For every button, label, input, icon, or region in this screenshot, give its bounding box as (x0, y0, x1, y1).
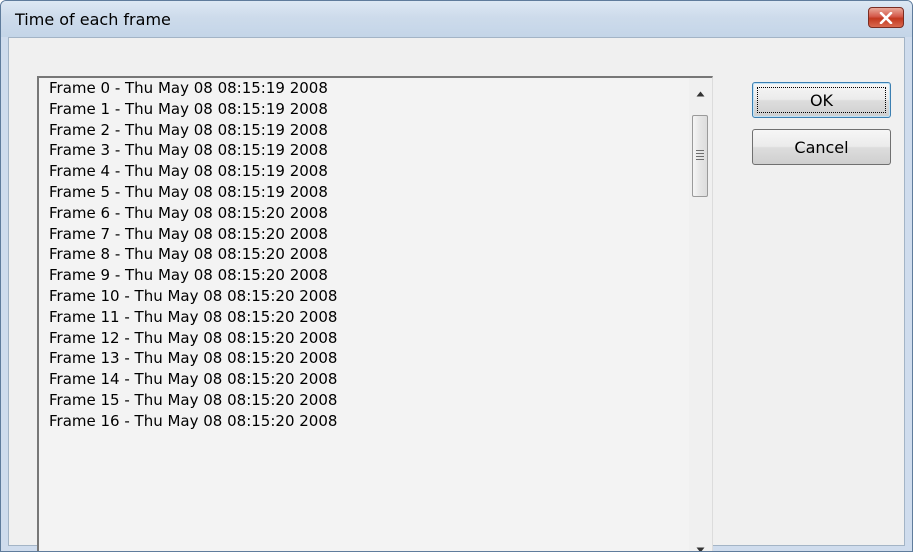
arrow-up-icon (696, 84, 705, 102)
cancel-button[interactable]: Cancel (752, 129, 891, 165)
grip-icon (696, 150, 704, 162)
list-item[interactable]: Frame 2 - Thu May 08 08:15:19 2008 (39, 120, 689, 141)
title-bar[interactable]: Time of each frame (1, 1, 912, 37)
list-item[interactable]: Frame 16 - Thu May 08 08:15:20 2008 (39, 411, 689, 432)
list-item[interactable]: Frame 11 - Thu May 08 08:15:20 2008 (39, 307, 689, 328)
list-item[interactable]: Frame 7 - Thu May 08 08:15:20 2008 (39, 224, 689, 245)
close-icon (879, 11, 893, 24)
scroll-down-button[interactable] (689, 538, 712, 551)
list-item[interactable]: Frame 9 - Thu May 08 08:15:20 2008 (39, 265, 689, 286)
list-item[interactable]: Frame 0 - Thu May 08 08:15:19 2008 (39, 78, 689, 99)
frame-time-listbox[interactable]: Frame 0 - Thu May 08 08:15:19 2008 Frame … (37, 76, 713, 551)
list-item[interactable]: Frame 3 - Thu May 08 08:15:19 2008 (39, 140, 689, 161)
list-item[interactable]: Frame 10 - Thu May 08 08:15:20 2008 (39, 286, 689, 307)
vertical-scrollbar[interactable] (689, 78, 712, 551)
list-item[interactable]: Frame 14 - Thu May 08 08:15:20 2008 (39, 369, 689, 390)
list-item[interactable]: Frame 5 - Thu May 08 08:15:19 2008 (39, 182, 689, 203)
focus-rectangle (757, 87, 886, 113)
frame-list: Frame 0 - Thu May 08 08:15:19 2008 Frame … (39, 78, 689, 551)
list-item[interactable]: Frame 13 - Thu May 08 08:15:20 2008 (39, 348, 689, 369)
list-item[interactable]: Frame 8 - Thu May 08 08:15:20 2008 (39, 244, 689, 265)
close-button[interactable] (868, 7, 904, 28)
dialog-client-area: Frame 0 - Thu May 08 08:15:19 2008 Frame … (8, 37, 905, 551)
list-item[interactable]: Frame 6 - Thu May 08 08:15:20 2008 (39, 203, 689, 224)
scroll-thumb[interactable] (692, 115, 708, 197)
window-title: Time of each frame (15, 10, 171, 29)
arrow-down-icon (696, 540, 705, 551)
ok-button[interactable]: OK (752, 82, 891, 118)
list-item[interactable]: Frame 4 - Thu May 08 08:15:19 2008 (39, 161, 689, 182)
cancel-button-label: Cancel (794, 137, 849, 157)
list-item[interactable]: Frame 1 - Thu May 08 08:15:19 2008 (39, 99, 689, 120)
list-item[interactable]: Frame 15 - Thu May 08 08:15:20 2008 (39, 390, 689, 411)
dialog-window: Time of each frame Frame 0 - Thu May 08 … (0, 0, 913, 552)
list-item[interactable]: Frame 12 - Thu May 08 08:15:20 2008 (39, 328, 689, 349)
scroll-up-button[interactable] (689, 82, 712, 104)
